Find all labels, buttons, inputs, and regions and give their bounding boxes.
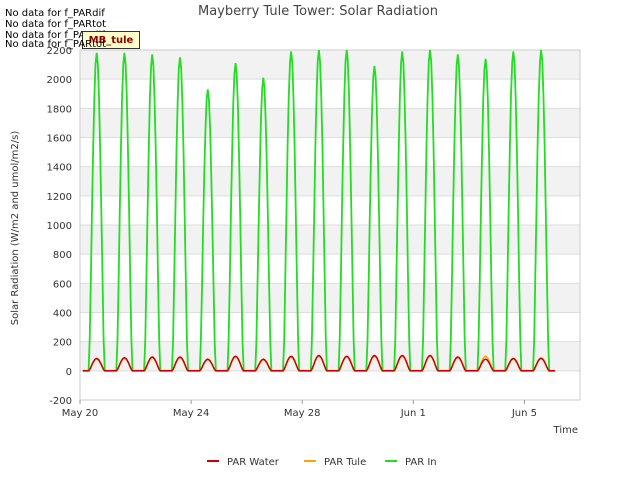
solar-radiation-chart: Mayberry Tule Tower: Solar Radiation Sol… (10, 4, 581, 468)
y-axis-label: Solar Radiation (W/m2 and umol/m2/s) (10, 131, 21, 326)
plot-band (80, 166, 580, 196)
x-tick-label: May 20 (62, 408, 99, 419)
y-tick-label: 200 (53, 338, 72, 349)
legend-label: PAR Water (227, 457, 280, 468)
y-tick-label: 2000 (47, 75, 72, 86)
x-tick-label: Jun 1 (400, 408, 426, 419)
x-tick-label: May 24 (173, 408, 210, 419)
y-tick-label: 1200 (47, 192, 72, 203)
series-line-par-in (82, 49, 555, 372)
plot-band (80, 225, 580, 255)
y-ticks: -200 0 200 400 600 800 1000 1200 1400 1600 1800 200… (47, 46, 72, 407)
y-tick-label: 1000 (47, 221, 72, 232)
x-tick-label: May 28 (284, 408, 321, 419)
x-ticks: May 20 May 24 May 28 Jun 1 Jun 5 (62, 400, 537, 419)
series-lines (82, 49, 555, 372)
y-tick-label: -200 (49, 396, 72, 407)
legend: PAR Water PAR Tule PAR In (207, 457, 437, 468)
plot-band (80, 283, 580, 313)
y-tick-label: 600 (53, 279, 72, 290)
y-tick-label: 1400 (47, 163, 72, 174)
y-tick-label: 1600 (47, 134, 72, 145)
y-tick-label: 400 (53, 309, 72, 320)
nodata-message: No data for f_PARdif (5, 8, 105, 19)
y-tick-label: 800 (53, 250, 72, 261)
x-tick-label: Jun 5 (511, 408, 537, 419)
x-axis-label: Time (553, 425, 578, 436)
nodata-message: No data for f_PARtot (5, 19, 107, 30)
legend-label: PAR In (405, 457, 437, 468)
y-tick-label: 0 (66, 367, 72, 378)
y-tick-label: 1800 (47, 104, 72, 115)
legend-label: PAR Tule (324, 457, 366, 468)
chart-title: Mayberry Tule Tower: Solar Radiation (198, 4, 438, 19)
nodata-message: No data for f_PARtot (5, 39, 107, 50)
plot-band (80, 50, 580, 80)
